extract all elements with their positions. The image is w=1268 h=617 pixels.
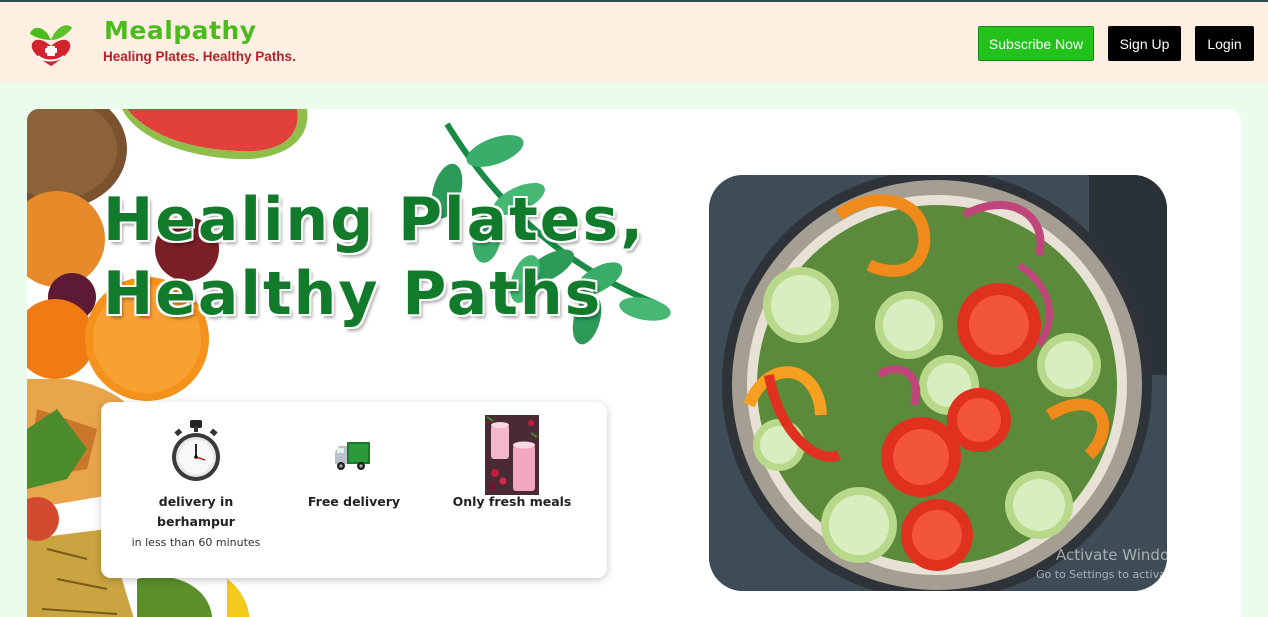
- feature-label: Free delivery: [307, 494, 401, 509]
- hero-section: Healing Plates, Healthy Paths delivery i…: [27, 109, 1241, 617]
- salad-bowl-image: [709, 175, 1167, 591]
- subscribe-button[interactable]: Subscribe Now: [978, 26, 1094, 61]
- feature-fresh-meals: Only fresh meals: [417, 402, 607, 578]
- feature-label: delivery in berhampur: [157, 494, 235, 529]
- feature-sublabel: in less than 60 minutes: [131, 536, 261, 549]
- hero-title-line1: Healing Plates,: [103, 185, 645, 255]
- features-card: delivery in berhampur in less than 60 mi…: [101, 402, 607, 578]
- os-activation-watermark-title: Activate Windows: [1056, 546, 1190, 564]
- brand-tagline: Healing Plates. Healthy Paths.: [103, 49, 296, 64]
- login-button[interactable]: Login: [1195, 26, 1254, 61]
- signup-button[interactable]: Sign Up: [1108, 26, 1181, 61]
- hero-title: Healing Plates, Healthy Paths: [103, 183, 645, 331]
- feature-free-delivery: Free delivery: [291, 402, 417, 578]
- stopwatch-icon: [169, 420, 223, 486]
- logo-icon[interactable]: [26, 20, 76, 70]
- feature-local-delivery: delivery in berhampur in less than 60 mi…: [101, 402, 291, 578]
- delivery-truck-icon: [335, 440, 371, 476]
- os-activation-watermark-text: Go to Settings to activate Windows.: [1036, 568, 1234, 581]
- brand-name[interactable]: Mealpathy: [104, 16, 257, 45]
- hero-title-line2: Healthy Paths: [103, 259, 603, 329]
- top-nav: Mealpathy Healing Plates. Healthy Paths.…: [0, 0, 1268, 82]
- feature-label: Only fresh meals: [452, 494, 572, 509]
- smoothie-photo: [485, 415, 539, 499]
